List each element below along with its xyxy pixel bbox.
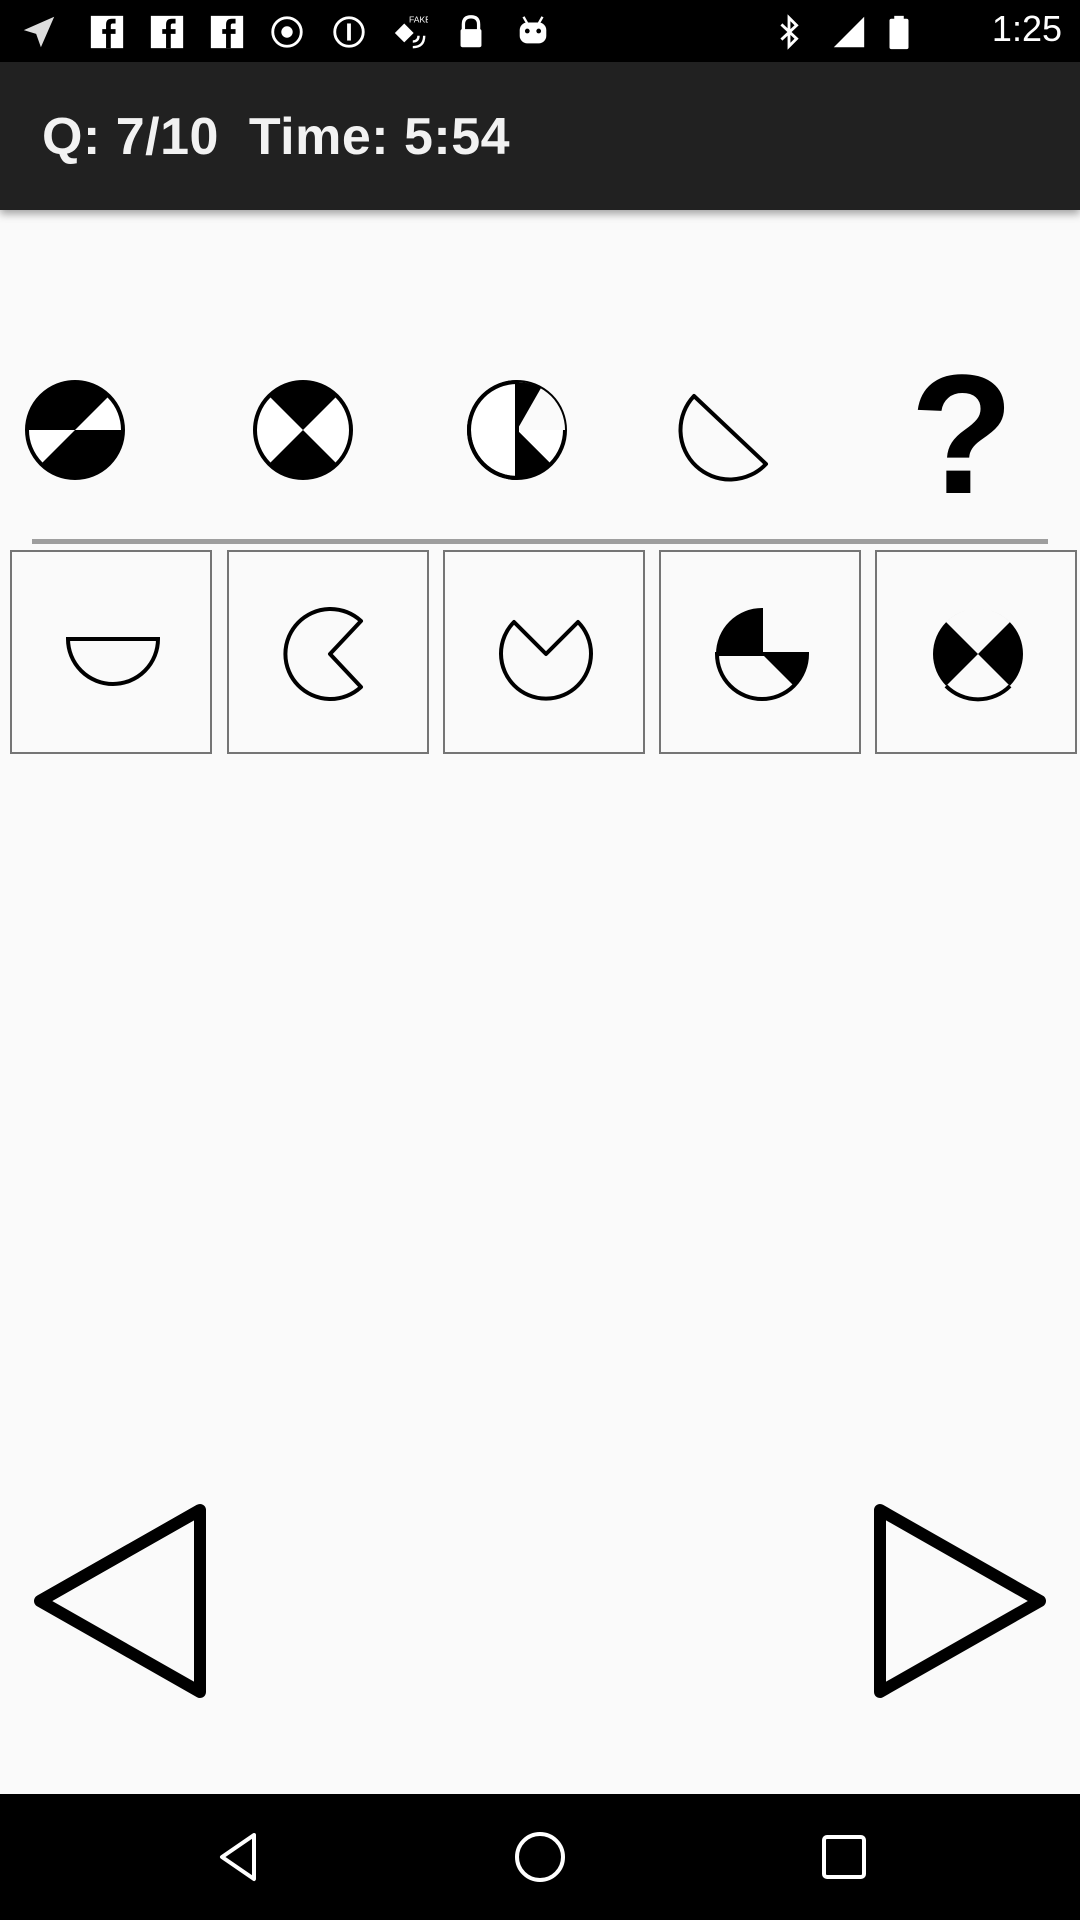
option-circle-notch[interactable] <box>443 550 645 754</box>
pacman-icon <box>283 607 363 701</box>
android-icon <box>519 16 547 44</box>
two-wedges-icon <box>933 608 1023 702</box>
previous-arrow-icon[interactable] <box>30 1500 210 1710</box>
divider <box>32 539 1048 544</box>
facebook-icon <box>90 15 124 49</box>
option-half-circle[interactable] <box>10 550 212 754</box>
option-half-filled[interactable] <box>659 550 861 754</box>
app-bar: Q: 7/10 Time: 5:54 <box>0 62 1080 210</box>
half-circle-icon <box>65 637 161 686</box>
lock-icon <box>460 15 482 48</box>
recents-icon[interactable] <box>814 1827 874 1887</box>
status-time: 1:25 <box>991 8 1062 49</box>
signal-icon <box>833 16 865 48</box>
half-filled-icon <box>714 607 810 701</box>
option-two-wedges[interactable] <box>875 550 1077 754</box>
circle-notch-icon <box>499 620 593 701</box>
home-icon[interactable] <box>510 1827 570 1887</box>
record-icon <box>271 16 303 48</box>
pie-figure-3 <box>467 380 567 480</box>
info-icon <box>333 16 365 48</box>
svg-text:FAKE: FAKE <box>409 15 428 25</box>
facebook-icon <box>150 15 184 49</box>
pie-figure-2 <box>253 380 353 480</box>
back-icon[interactable] <box>210 1827 270 1887</box>
pie-figure-1 <box>25 380 125 480</box>
fake-gps-icon: FAKE <box>394 15 428 49</box>
facebook-icon <box>210 15 244 49</box>
question-timer-title: Q: 7/10 Time: 5:54 <box>42 108 511 166</box>
status-bar: FAKE 1:25 <box>0 0 1080 62</box>
pie-figure-4 <box>678 394 768 482</box>
bluetooth-icon <box>780 14 799 50</box>
send-icon <box>23 16 55 48</box>
system-nav-bar <box>0 1794 1080 1920</box>
option-pacman[interactable] <box>227 550 429 754</box>
question-mark: ? <box>910 340 1014 530</box>
battery-icon <box>889 15 909 50</box>
next-arrow-icon[interactable] <box>870 1500 1050 1710</box>
